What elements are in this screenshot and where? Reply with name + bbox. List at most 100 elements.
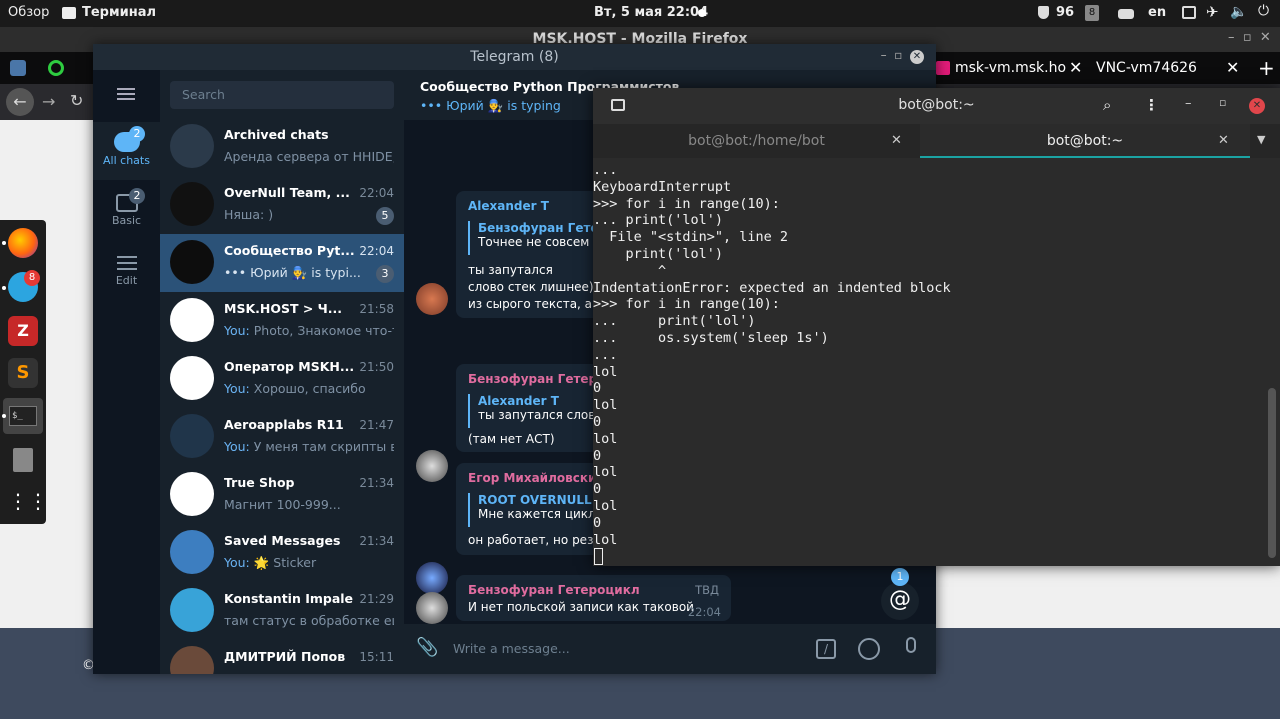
compose-bar: 📎 Write a message... / (404, 624, 936, 674)
minimize-button[interactable]: – (1185, 96, 1192, 111)
tab-msk-vm[interactable]: msk-vm.msk.ho (955, 52, 1066, 84)
user-avatar[interactable] (416, 450, 448, 482)
terminal-output[interactable]: ... KeyboardInterrupt >>> for i in range… (593, 158, 1280, 566)
chat-preview: ••• Юрий 👨‍🔧 is typi... (224, 265, 394, 281)
chat-item[interactable]: Сообщество Pyt... 22:04 ••• Юрий 👨‍🔧 is ty… (160, 234, 404, 292)
maximize-button[interactable]: ▫ (1219, 96, 1226, 109)
vk-tab-icon[interactable] (10, 60, 26, 76)
chat-item[interactable]: True Shop 21:34 Магнит 100-999... (160, 466, 404, 524)
tg-window-controls[interactable]: – ▫ ✕ (881, 48, 924, 64)
list-icon (116, 256, 137, 258)
chat-name: Konstantin Impaler (224, 591, 354, 606)
folder-edit[interactable]: Edit (93, 246, 160, 304)
chat-item[interactable]: ДМИТРИЙ Попов 15:11 (160, 640, 404, 674)
microphone-icon[interactable] (906, 637, 916, 653)
sender-name: Егор Михайловский (468, 471, 605, 485)
sender-name: Бензофуран Гетероцикл (468, 583, 640, 597)
back-button[interactable]: ← (6, 88, 34, 116)
you-prefix: You: (224, 381, 250, 396)
commands-icon[interactable]: / (816, 639, 836, 659)
chat-item[interactable]: Konstantin Impaler 21:29 там статус в обра… (160, 582, 404, 640)
user-avatar[interactable] (416, 592, 448, 624)
mention-button[interactable]: @ (881, 582, 919, 620)
unread-badge: 3 (376, 265, 394, 283)
terminal-dock-icon[interactable]: $_ (3, 398, 43, 434)
folder-basic[interactable]: 2 Basic (93, 184, 160, 242)
terminal-app-menu[interactable]: Терминал (62, 5, 156, 20)
emoji-icon[interactable] (858, 638, 880, 660)
user-avatar[interactable] (416, 283, 448, 315)
sublime-icon[interactable]: S (8, 358, 38, 388)
trash-icon[interactable] (8, 444, 38, 474)
power-icon[interactable]: ⏻ (1258, 3, 1269, 19)
tab-close-icon[interactable]: ✕ (891, 124, 902, 158)
preview-text: ••• Юрий 👨‍🔧 is typi... (224, 265, 361, 280)
folder-all-chats[interactable]: 2 All chats (93, 122, 160, 180)
user-avatar[interactable] (416, 562, 448, 594)
chat-item[interactable]: Aeroapplabs R11 21:47 You: У меня там скри… (160, 408, 404, 466)
close-button[interactable]: ✕ (1249, 98, 1265, 114)
chat-time: 21:47 (359, 418, 394, 432)
message-text: И нет польской записи как таковой (468, 600, 694, 614)
keyboard-layout[interactable]: en (1148, 5, 1166, 20)
tab-close-icon[interactable]: ✕ (1226, 52, 1239, 84)
preview-text: Photo, Знакомое что-то) (253, 323, 394, 338)
tab-close-icon[interactable]: ✕ (1069, 52, 1082, 84)
terminal-window: bot@bot:~ ⌕ ⋮ – ▫ ✕ bot@bot:/home/bot ✕ … (593, 88, 1280, 566)
message-tag: ТВД (695, 583, 719, 597)
message-bubble[interactable]: Бензофуран Гетероцикл ТВД И нет польской… (456, 575, 731, 621)
chat-item[interactable]: Archived chats Аренда сервера от HHIDE, .… (160, 118, 404, 176)
terminal-scrollbar[interactable] (1268, 388, 1276, 558)
forward-button[interactable]: → (42, 92, 55, 111)
tabs-dropdown-icon[interactable]: ▼ (1257, 133, 1265, 146)
search-box[interactable]: Search (170, 81, 394, 109)
tab-close-icon[interactable]: ✕ (1218, 124, 1229, 158)
menu-icon[interactable] (117, 88, 135, 90)
search-input[interactable]: Search (182, 87, 225, 102)
notification-dot (698, 9, 706, 17)
cloud-icon[interactable] (1118, 9, 1134, 19)
chat-avatar (170, 124, 214, 168)
tab-vnc[interactable]: VNC-vm74626 (1096, 52, 1197, 84)
folder-label: Basic (111, 214, 142, 227)
chat-name: Оператор MSKH... (224, 359, 354, 374)
apps-grid-icon[interactable]: ⋮⋮ (8, 486, 48, 516)
shield-icon[interactable] (1038, 6, 1049, 19)
folders-sidebar: 2 All chats 2 Basic Edit (93, 70, 160, 674)
chat-preview: Няша: ) (224, 207, 394, 222)
workspace-indicator[interactable]: 8 (1085, 5, 1099, 21)
battery-level: 96 (1056, 5, 1075, 20)
filezilla-icon[interactable]: Z (8, 316, 38, 346)
overview-button[interactable]: Обзор (8, 5, 49, 20)
chat-name: Archived chats (224, 127, 329, 142)
preview-text: Магнит 100-999... (224, 497, 341, 512)
new-tab-icon[interactable]: + (1258, 52, 1275, 84)
chat-item[interactable]: Saved Messages 21:34 You: 🌟 Sticker (160, 524, 404, 582)
chat-name: MSK.HOST > Ч... (224, 301, 343, 316)
chat-preview: там статус в обработке еще (224, 613, 394, 628)
message-input[interactable]: Write a message... (453, 641, 570, 656)
ff-window-controls[interactable]: – ▫ ✕ (1228, 30, 1271, 45)
reload-button[interactable]: ↻ (70, 91, 83, 110)
running-dot (2, 286, 6, 290)
attach-icon[interactable]: 📎 (416, 637, 438, 658)
chat-preview: You: Photo, Знакомое что-то) (224, 323, 394, 338)
message-text: слово стек лишнее) т (468, 280, 605, 294)
volume-icon[interactable]: 🔈 (1230, 4, 1247, 20)
chat-name: Сообщество Pyt... (224, 243, 354, 258)
chat-list: Search Archived chats Аренда сервера от H… (160, 70, 404, 674)
terminal-tab-home[interactable]: bot@bot:/home/bot ✕ (593, 124, 920, 158)
chat-name: OverNull Team, ... (224, 185, 350, 200)
terminal-tab-active[interactable]: bot@bot:~ ✕ (920, 124, 1250, 158)
chat-item[interactable]: Оператор MSKH... 21:50 You: Хорошо, спасиб… (160, 350, 404, 408)
screen-icon[interactable] (1182, 6, 1196, 19)
menu-kebab-icon[interactable]: ⋮ (1144, 96, 1159, 114)
clock[interactable]: Вт, 5 мая 22:04 (594, 5, 708, 20)
chat-item[interactable]: MSK.HOST > Ч... 21:58 You: Photo, Знакомое… (160, 292, 404, 350)
reload-tab-icon[interactable] (48, 60, 64, 76)
airplane-icon[interactable]: ✈ (1206, 3, 1219, 21)
chat-item[interactable]: OverNull Team, ... 22:04 Няша: ) 5 (160, 176, 404, 234)
search-icon[interactable]: ⌕ (1103, 96, 1111, 114)
firefox-icon[interactable] (8, 228, 38, 258)
mention-badge: 1 (891, 568, 909, 586)
